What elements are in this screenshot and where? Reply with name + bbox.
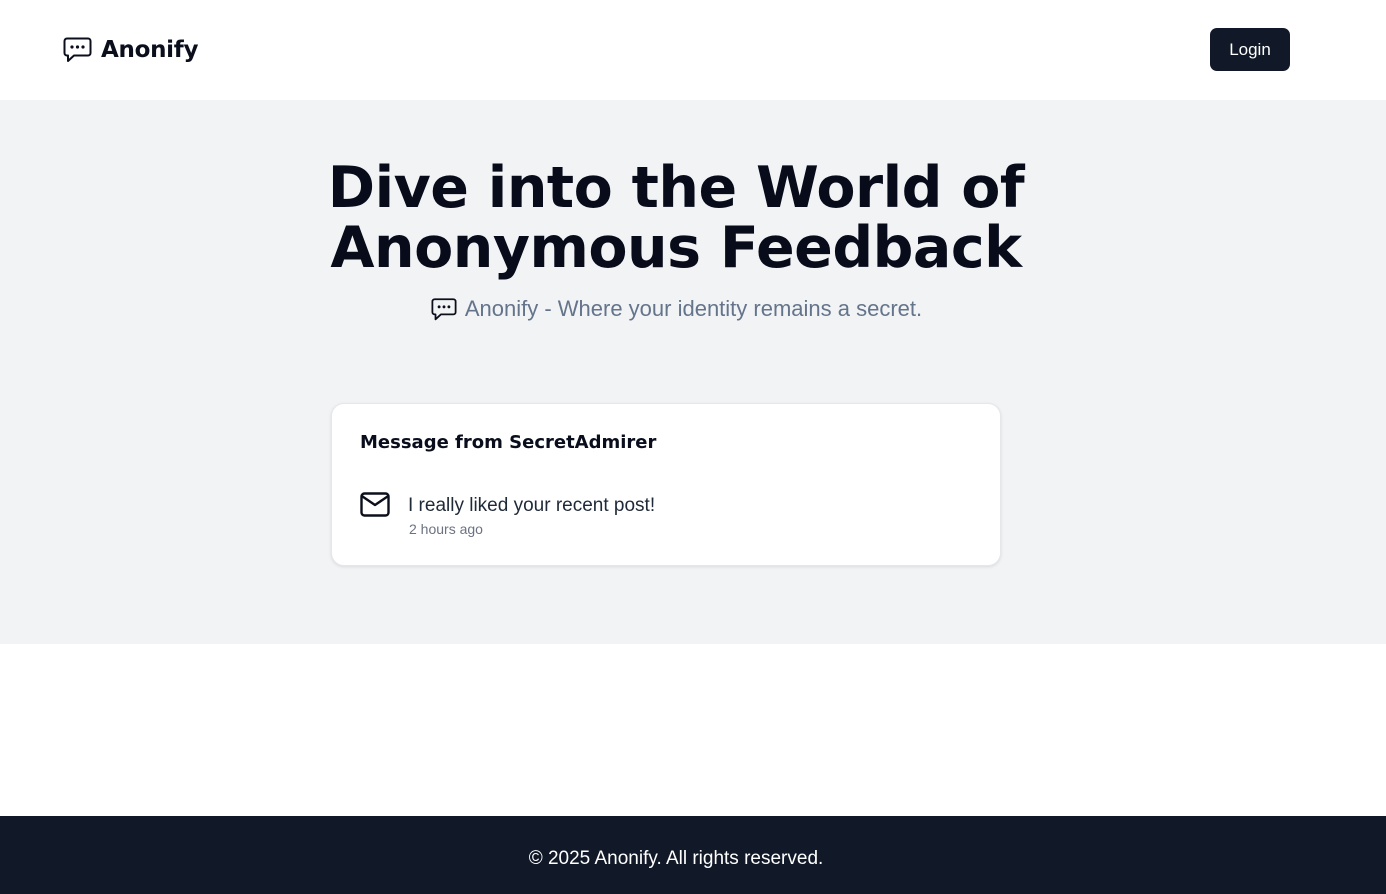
site-footer: © 2025 Anonify. All rights reserved. bbox=[0, 816, 1386, 894]
message-dots-icon bbox=[63, 37, 92, 62]
site-header: Anonify Login bbox=[0, 0, 1386, 100]
message-text: I really liked your recent post! bbox=[408, 495, 656, 516]
footer-copyright: © 2025 Anonify. All rights reserved. bbox=[528, 848, 824, 869]
message-timestamp: 2 hours ago bbox=[409, 521, 483, 537]
hero-subtitle: Anonify - Where your identity remains a … bbox=[0, 296, 1353, 322]
page: Anonify Login Dive into the World of Ano… bbox=[0, 0, 1386, 894]
brand-name: Anonify bbox=[101, 37, 199, 63]
login-button[interactable]: Login bbox=[1210, 28, 1290, 71]
hero-section: Dive into the World of Anonymous Feedbac… bbox=[0, 100, 1386, 644]
message-card-title: Message from SecretAdmirer bbox=[360, 432, 657, 453]
message-dots-icon bbox=[431, 297, 457, 320]
message-card[interactable]: Message from SecretAdmirer I really like… bbox=[331, 403, 1001, 566]
mail-icon bbox=[360, 492, 390, 517]
hero-title: Dive into the World of Anonymous Feedbac… bbox=[327, 155, 1025, 281]
hero-subtitle-text: Anonify - Where your identity remains a … bbox=[464, 296, 923, 321]
brand[interactable]: Anonify bbox=[63, 36, 198, 64]
